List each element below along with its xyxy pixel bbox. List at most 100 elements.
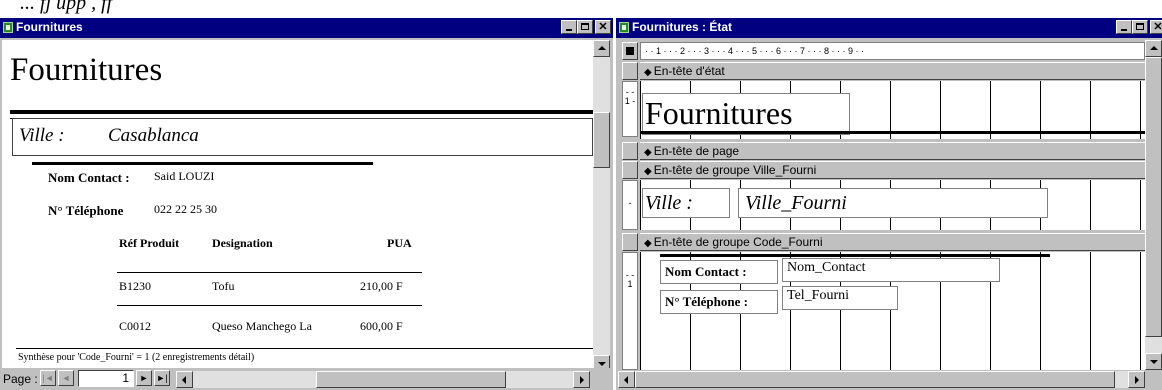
section-arrow-icon: ◆	[644, 166, 652, 177]
horizontal-scrollbar[interactable]	[176, 371, 590, 388]
phone-label-control[interactable]: N° Téléphone :	[660, 290, 778, 314]
report-selector[interactable]	[622, 42, 638, 60]
scroll-right-button[interactable]	[573, 371, 590, 388]
section-arrow-icon: ◆	[644, 67, 652, 78]
minimize-button[interactable]	[561, 20, 577, 34]
design-titlebar[interactable]: Fournitures : État ✕	[616, 18, 1162, 38]
maximize-button[interactable]	[1132, 20, 1148, 34]
ville-label: Ville :	[19, 125, 65, 146]
vertical-ruler: - - 1	[622, 252, 638, 370]
section-selector[interactable]	[622, 142, 638, 160]
page-number-input[interactable]: 1	[78, 370, 134, 387]
design-window-title: Fournitures : État	[632, 20, 733, 34]
preview-window: Fournitures ✕ Fournitures Ville : Casabl…	[0, 18, 613, 390]
page-label: Page :	[3, 372, 38, 386]
vertical-scrollbar[interactable]	[593, 40, 610, 372]
minimize-icon	[566, 29, 572, 31]
report-header-grid: Fournitures	[640, 81, 1145, 139]
scroll-thumb[interactable]	[1145, 57, 1162, 337]
preview-window-title: Fournitures	[16, 20, 83, 34]
arrow-down-icon	[598, 362, 606, 366]
arrow-left-icon	[182, 376, 186, 384]
scroll-right-button[interactable]	[1128, 371, 1145, 388]
section-arrow-icon: ◆	[644, 238, 652, 249]
arrow-up-icon	[1150, 46, 1158, 50]
ville-label-control[interactable]: Ville :	[642, 188, 730, 218]
contact-label: Nom Contact :	[48, 170, 130, 185]
phone-value: 022 22 25 30	[154, 202, 217, 216]
close-button[interactable]: ✕	[1150, 20, 1162, 34]
column-header-ref: Réf Produit	[119, 236, 180, 250]
report-selector-icon	[626, 47, 634, 55]
horizontal-scroll-thumb[interactable]	[635, 371, 1115, 388]
minimize-button[interactable]	[1116, 20, 1132, 34]
row-divider	[117, 272, 422, 273]
arrow-right-icon	[1135, 376, 1139, 384]
maximize-icon	[581, 23, 589, 30]
section-header-ville[interactable]: ◆ En-tête de groupe Ville_Fourni	[640, 161, 1145, 179]
vertical-scrollbar[interactable]	[1145, 40, 1162, 370]
scroll-left-button[interactable]	[618, 371, 635, 388]
contact-line-control[interactable]	[660, 254, 1050, 257]
section-selector[interactable]	[622, 161, 638, 179]
report-design-surface: · · 1 · · · 2 · · · 3 · · · 4 · · · 5 · …	[618, 40, 1145, 370]
close-button[interactable]: ✕	[595, 20, 611, 34]
ville-group-box: Ville : Casablanca	[12, 118, 593, 156]
title-control[interactable]: Fournitures	[642, 93, 850, 135]
code-group-grid: Nom Contact : Nom_Contact N° Téléphone :…	[640, 252, 1145, 370]
horizontal-scrollbar[interactable]	[618, 371, 1145, 388]
scroll-up-button[interactable]	[593, 40, 610, 57]
previous-page-button[interactable]: ◄	[58, 370, 74, 386]
contact-rule	[32, 162, 373, 165]
close-icon: ✕	[598, 21, 608, 33]
row-designation: Queso Manchego La	[212, 319, 312, 333]
section-label: En-tête de groupe Code_Fourni	[653, 235, 823, 249]
phone-field-control[interactable]: Tel_Fourni	[782, 286, 898, 310]
scroll-thumb[interactable]	[593, 112, 610, 168]
horizontal-ruler[interactable]: · · 1 · · · 2 · · · 3 · · · 4 · · · 5 · …	[640, 42, 1145, 60]
vertical-ruler: -	[622, 180, 638, 230]
resize-grip[interactable]	[1145, 371, 1162, 388]
ville-value: Casablanca	[108, 125, 199, 146]
contact-value: Said LOUZI	[154, 169, 215, 183]
row-pua: 600,00 F	[360, 319, 403, 333]
contact-field-control[interactable]: Nom_Contact	[782, 258, 1000, 282]
title-rule	[10, 110, 593, 114]
summary-text: Synthèse pour 'Code_Fourni' = 1 (2 enreg…	[18, 352, 255, 363]
section-selector[interactable]	[622, 233, 638, 251]
phone-label: N° Téléphone	[48, 203, 124, 218]
arrow-up-icon	[598, 46, 606, 50]
row-ref: B1230	[119, 279, 152, 293]
report-preview-page: Fournitures Ville : Casablanca Nom Conta…	[2, 40, 593, 372]
report-icon	[619, 22, 629, 33]
title-line-control[interactable]	[640, 131, 1145, 134]
minimize-icon	[1121, 29, 1127, 31]
arrow-down-icon	[1150, 360, 1158, 364]
section-label: En-tête d'état	[653, 64, 725, 78]
contact-label-control[interactable]: Nom Contact :	[660, 260, 778, 284]
horizontal-scroll-thumb[interactable]	[316, 371, 506, 388]
cropped-document-text: ... fj upp , ff	[0, 0, 1162, 18]
preview-titlebar[interactable]: Fournitures ✕	[0, 18, 613, 38]
next-page-button[interactable]: ►	[136, 370, 152, 386]
column-header-pua: PUA	[387, 236, 412, 250]
cropped-text: ... fj upp , ff	[20, 0, 113, 14]
scroll-down-button[interactable]	[1145, 353, 1162, 370]
report-icon	[3, 22, 13, 33]
arrow-left-icon	[624, 376, 628, 384]
maximize-icon	[1136, 23, 1144, 30]
section-header-code[interactable]: ◆ En-tête de groupe Code_Fourni	[640, 233, 1145, 251]
row-designation: Tofu	[212, 279, 235, 293]
section-header-report[interactable]: ◆ En-tête d'état	[640, 62, 1145, 80]
scroll-up-button[interactable]	[1145, 40, 1162, 57]
close-icon: ✕	[1153, 21, 1162, 33]
maximize-button[interactable]	[577, 20, 593, 34]
ville-field-control[interactable]: Ville_Fourni	[738, 188, 1048, 218]
section-header-page[interactable]: ◆ En-tête de page	[640, 142, 1145, 160]
scroll-left-button[interactable]	[176, 371, 193, 388]
section-selector[interactable]	[622, 62, 638, 80]
last-page-button[interactable]: ►|	[154, 370, 170, 386]
arrow-right-icon	[580, 376, 584, 384]
first-page-button[interactable]: |◄	[40, 370, 56, 386]
row-pua: 210,00 F	[360, 279, 403, 293]
